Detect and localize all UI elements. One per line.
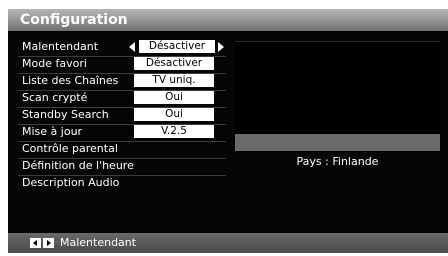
left-key-icon: [30, 238, 41, 248]
arrow-right-icon[interactable]: [218, 42, 224, 52]
footer-hint-bar: Malentendant: [8, 233, 448, 253]
menu-item-label: Mode favori: [22, 57, 87, 70]
preview-info-bar: [235, 134, 440, 151]
arrow-left-icon[interactable]: [129, 42, 135, 52]
menu-item-value[interactable]: Désactiver: [134, 57, 214, 70]
menu-item-description-audio[interactable]: Description Audio: [8, 175, 230, 191]
menu-item-standby-search[interactable]: Standby Search Oui: [8, 107, 230, 123]
menu-item-value[interactable]: V.2.5: [134, 125, 214, 138]
menu-title: Configuration: [20, 12, 128, 28]
country-label: Pays : Finlande: [296, 155, 379, 168]
footer-hint-label: Malentendant: [60, 236, 137, 249]
menu-item-malentendant[interactable]: Malentendant Désactiver: [8, 39, 230, 55]
menu-item-mise-a-jour[interactable]: Mise à jour V.2.5: [8, 124, 230, 140]
menu-item-controle-parental[interactable]: Contrôle parental: [8, 141, 230, 157]
right-key-icon: [43, 238, 54, 248]
menu-item-mode-favori[interactable]: Mode favori Désactiver: [8, 56, 230, 72]
configuration-menu-panel: Configuration Malentendant Désactiver Mo…: [8, 9, 448, 253]
menu-item-scan-crypte[interactable]: Scan crypté Oui: [8, 90, 230, 106]
menu-item-label: Liste des Chaînes: [22, 74, 119, 87]
tv-screen: Configuration Malentendant Désactiver Mo…: [0, 0, 448, 256]
menu-item-label: Contrôle parental: [22, 142, 118, 155]
title-bar: Configuration: [8, 9, 448, 31]
menu-item-label: Description Audio: [22, 176, 120, 189]
menu-item-value[interactable]: Oui: [134, 91, 214, 104]
menu-item-value[interactable]: TV uniq.: [134, 74, 214, 87]
menu-item-label: Standby Search: [22, 108, 109, 121]
menu-item-label: Scan crypté: [22, 91, 88, 104]
menu-item-label: Malentendant: [22, 40, 99, 53]
menu-item-value[interactable]: Désactiver: [139, 40, 215, 53]
menu-item-label: Mise à jour: [22, 125, 83, 138]
menu-item-definition-heure[interactable]: Définition de l'heure: [8, 158, 230, 174]
menu-item-value[interactable]: Oui: [134, 108, 214, 121]
menu-item-label: Définition de l'heure: [22, 159, 134, 172]
menu-item-liste-des-chaines[interactable]: Liste des Chaînes TV uniq.: [8, 73, 230, 89]
